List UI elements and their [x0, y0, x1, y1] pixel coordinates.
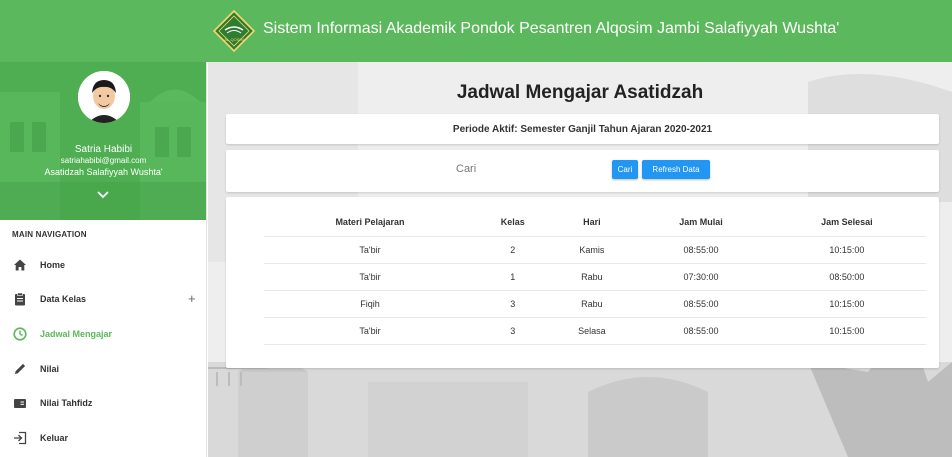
user-name: Satria Habibi: [74, 144, 133, 155]
avatar[interactable]: [78, 71, 130, 123]
table-cell: Rabu: [549, 290, 635, 318]
schedule-table-panel: Materi Pelajaran Kelas Hari Jam Mulai Ja…: [226, 197, 939, 368]
expand-icon[interactable]: +: [188, 291, 196, 306]
table-cell: 08:50:00: [767, 263, 926, 291]
sidebar-item-jadwal-mengajar[interactable]: Jadwal Mengajar: [0, 317, 206, 351]
home-icon: [14, 259, 26, 271]
user-email: satriahabibi@gmail.com: [60, 156, 147, 165]
table-cell: 07:30:00: [634, 263, 768, 291]
table-cell: 2: [475, 236, 550, 264]
table-row: Ta'bir 3 Selasa 08:55:00 10:15:00: [264, 317, 926, 345]
sidebar-item-label: Home: [40, 260, 66, 270]
logout-icon: [14, 431, 27, 445]
table-cell: Ta'bir: [264, 317, 476, 345]
column-header: Jam Selesai: [767, 209, 926, 237]
table-header-row: Materi Pelajaran Kelas Hari Jam Mulai Ja…: [264, 209, 926, 237]
pencil-icon: [15, 363, 26, 374]
column-header: Hari: [549, 209, 635, 237]
logo-icon: AL-QOSIM: [212, 9, 256, 53]
table-cell: 1: [475, 263, 550, 291]
card-icon: [14, 399, 26, 408]
sidebar-item-data-kelas[interactable]: Data Kelas +: [0, 282, 206, 316]
sidebar-item-label: Nilai Tahfidz: [40, 398, 93, 408]
sidebar-item-home[interactable]: Home: [0, 248, 206, 282]
table-cell: 10:15:00: [767, 290, 926, 318]
table-cell: Rabu: [549, 263, 635, 291]
table-row: Ta'bir 1 Rabu 07:30:00 08:50:00: [264, 263, 926, 291]
column-header: Jam Mulai: [634, 209, 768, 237]
schedule-table: Materi Pelajaran Kelas Hari Jam Mulai Ja…: [264, 209, 926, 345]
refresh-data-button[interactable]: Refresh Data: [642, 160, 710, 179]
search-input[interactable]: [454, 156, 592, 182]
table-cell: 08:55:00: [634, 290, 768, 318]
avatar-icon: [78, 71, 130, 123]
table-cell: 10:15:00: [767, 317, 926, 345]
table-cell: 08:55:00: [634, 236, 768, 264]
sidebar-item-nilai[interactable]: Nilai: [0, 352, 206, 386]
user-role: Asatidzah Salafiyyah Wushta': [44, 167, 163, 177]
table-cell: 3: [475, 290, 550, 318]
sidebar-item-label: Nilai: [40, 364, 60, 374]
table-cell: 08:55:00: [634, 317, 768, 345]
logo-text: AL-QOSIM: [224, 37, 244, 42]
table-row: Ta'bir 2 Kamis 08:55:00 10:15:00: [264, 236, 926, 264]
table-cell: Fiqih: [264, 290, 476, 318]
table-cell: Kamis: [549, 236, 635, 264]
sidebar: Satria Habibi satriahabibi@gmail.com Asa…: [0, 62, 207, 457]
page-title: Jadwal Mengajar Asatidzah: [456, 82, 704, 103]
column-header: Materi Pelajaran: [264, 209, 476, 237]
app-title: Sistem Informasi Akademik Pondok Pesantr…: [263, 20, 840, 37]
search-panel: Cari Refresh Data: [226, 150, 939, 192]
table-cell: 10:15:00: [767, 236, 926, 264]
user-profile-panel: Satria Habibi satriahabibi@gmail.com Asa…: [0, 62, 206, 220]
table-cell: Selasa: [549, 317, 635, 345]
chevron-down-icon[interactable]: [96, 189, 110, 201]
main-content: Jadwal Mengajar Asatidzah Periode Aktif:…: [208, 62, 952, 457]
active-period-text: Periode Aktif: Semester Ganjil Tahun Aja…: [452, 124, 713, 135]
sidebar-item-label: Keluar: [40, 433, 69, 443]
column-header: Kelas: [475, 209, 550, 237]
table-cell: Ta'bir: [264, 263, 476, 291]
sidebar-item-keluar[interactable]: Keluar: [0, 421, 206, 455]
table-cell: Ta'bir: [264, 236, 476, 264]
sidebar-item-label: Jadwal Mengajar: [40, 329, 113, 339]
table-cell: 3: [475, 317, 550, 345]
active-period-panel: Periode Aktif: Semester Ganjil Tahun Aja…: [226, 114, 939, 144]
table-row: Fiqih 3 Rabu 08:55:00 10:15:00: [264, 290, 926, 318]
sidebar-item-nilai-tahfidz[interactable]: Nilai Tahfidz: [0, 386, 206, 420]
clock-icon: [13, 327, 27, 341]
top-bar: AL-QOSIM Sistem Informasi Akademik Pondo…: [0, 0, 952, 62]
search-button[interactable]: Cari: [612, 160, 638, 179]
nav-header: MAIN NAVIGATION: [12, 230, 87, 239]
clipboard-icon: [15, 292, 25, 306]
sidebar-item-label: Data Kelas: [40, 294, 87, 304]
